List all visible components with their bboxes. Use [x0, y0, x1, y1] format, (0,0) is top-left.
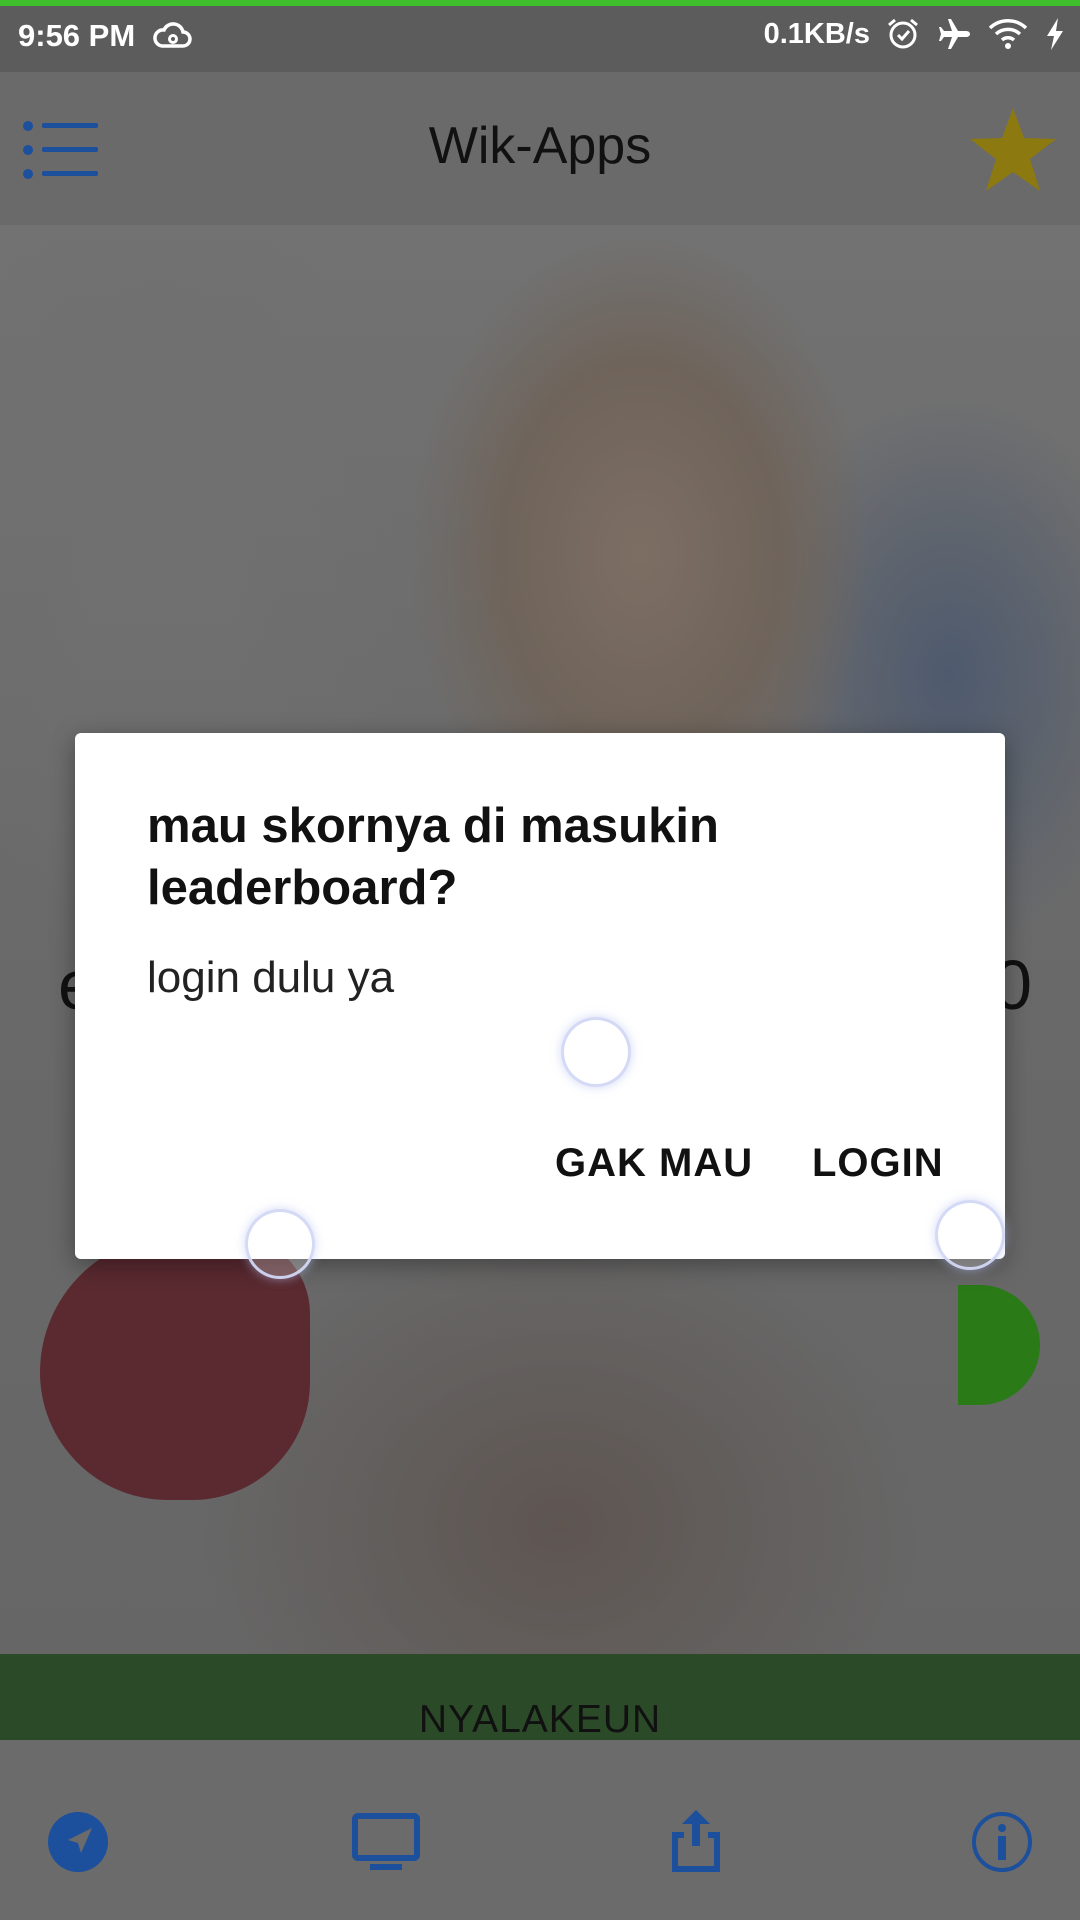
nyalakeun-button[interactable]: NYALAKEUN: [0, 1654, 1080, 1740]
share-icon[interactable]: [664, 1810, 728, 1874]
gak-mau-button[interactable]: GAK MAU: [555, 1141, 753, 1186]
app-bar: Wik-Apps: [0, 72, 1080, 225]
leaderboard-dialog: mau skornya di masukin leaderboard? logi…: [75, 733, 1005, 1259]
wifi-icon: [988, 19, 1028, 49]
navigate-icon[interactable]: [46, 1810, 110, 1874]
charging-icon: [1047, 18, 1063, 50]
dialog-title: mau skornya di masukin leaderboard?: [147, 799, 719, 915]
status-accent-line: [0, 0, 1080, 6]
status-bar: 9:56 PM 0.1KB/s: [0, 0, 1080, 72]
bottom-navigation: [0, 1740, 1080, 1920]
info-icon[interactable]: [970, 1810, 1034, 1874]
nyalakeun-label: NYALAKEUN: [418, 1698, 662, 1740]
network-speed: 0.1KB/s: [763, 17, 870, 50]
alarm-icon: [888, 18, 918, 49]
airplane-icon: [939, 19, 970, 49]
touch-indicator: [561, 1017, 631, 1087]
dialog-message: login dulu ya: [147, 953, 395, 1002]
touch-indicator: [935, 1200, 1005, 1270]
touch-indicator: [245, 1209, 315, 1279]
app-title: Wik-Apps: [428, 117, 652, 175]
cloud-icon: [153, 22, 192, 48]
status-time: 9:56 PM: [18, 18, 136, 53]
green-button[interactable]: [958, 1285, 1040, 1405]
login-button[interactable]: LOGIN: [812, 1141, 944, 1186]
star-icon[interactable]: [968, 106, 1058, 194]
monitor-icon[interactable]: [352, 1810, 420, 1874]
